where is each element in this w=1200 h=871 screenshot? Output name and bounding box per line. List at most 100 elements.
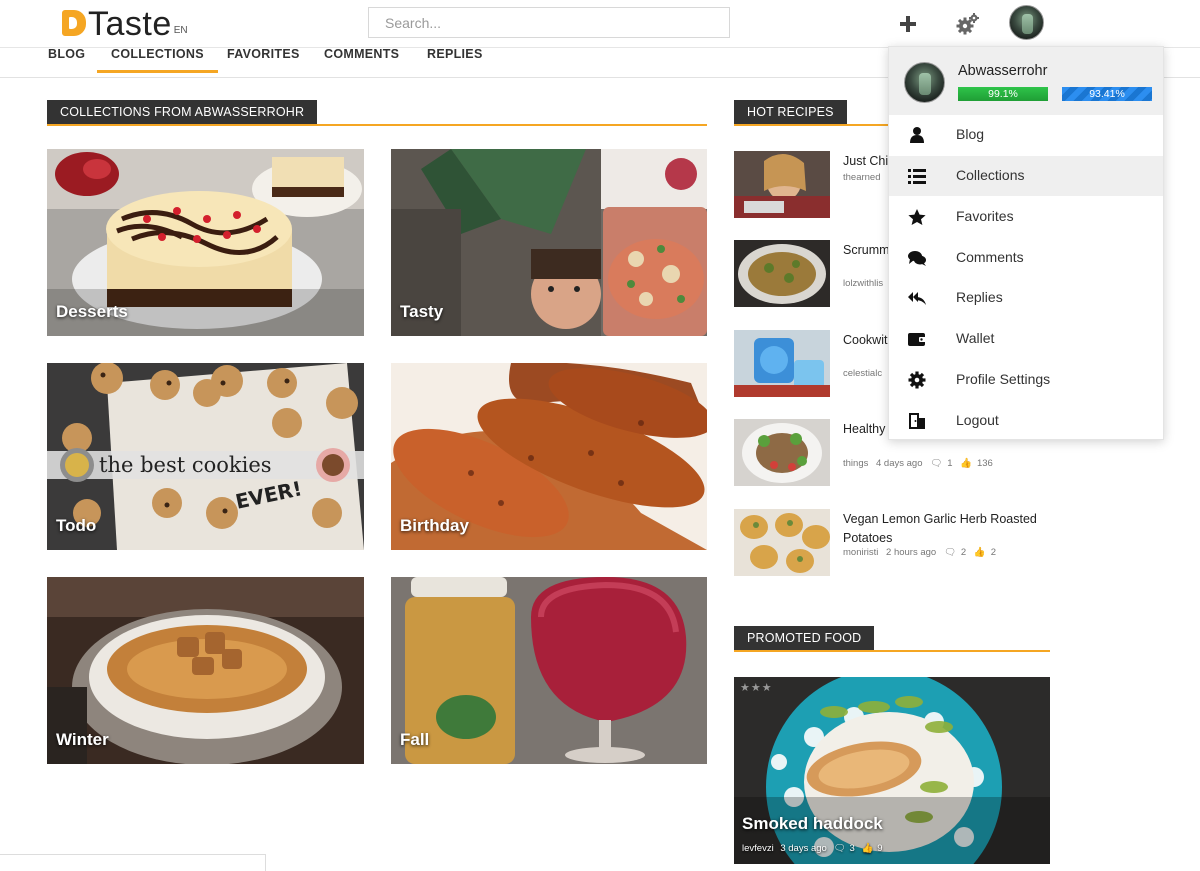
thumbs-up-icon[interactable]: 👍 xyxy=(960,458,972,469)
user-avatar-button[interactable] xyxy=(1009,5,1044,40)
recipe-votes: 136 xyxy=(976,458,993,469)
collection-label: Desserts xyxy=(56,302,128,321)
promoted-votes: 9 xyxy=(877,843,883,854)
reply-all-icon xyxy=(908,292,926,305)
tab-favorites[interactable]: FAVORITES xyxy=(227,47,300,61)
recipe-thumbnail xyxy=(734,240,830,307)
logout-icon xyxy=(909,413,925,429)
thumbs-up-icon[interactable]: 👍 xyxy=(861,843,873,854)
user-menu-header: Abwasserrohr 99.1% 93.41% xyxy=(889,47,1163,115)
collections-section-title: COLLECTIONS FROM ABWASSERROHR xyxy=(47,100,318,124)
collection-label: Birthday xyxy=(400,516,469,535)
recipe-meta: moniristi 2 hours ago 🗨 2 👍 2 xyxy=(843,547,1001,558)
hot-recipes-title: HOT RECIPES xyxy=(734,100,847,124)
voting-power-value: 99.1% xyxy=(988,88,1018,100)
recipe-thumbnail xyxy=(734,330,830,397)
recipe-author[interactable]: moniristi xyxy=(843,547,878,558)
menu-item-logout[interactable]: Logout xyxy=(889,401,1163,441)
promoted-comments: 3 xyxy=(849,843,855,854)
menu-item-wallet[interactable]: Wallet xyxy=(889,319,1163,359)
hot-recipe-item[interactable]: Vegan Lemon Garlic Herb Roasted Potatoes… xyxy=(734,509,1064,577)
recipe-comments: 2 xyxy=(960,547,967,558)
username[interactable]: Abwasserrohr xyxy=(958,63,1047,79)
tab-comments[interactable]: COMMENTS xyxy=(324,47,399,61)
promoted-time: 3 days ago xyxy=(780,843,827,854)
promoted-recipe-title[interactable]: Smoked haddock xyxy=(742,814,883,834)
logo-mark-icon xyxy=(62,10,86,36)
menu-item-label: Replies xyxy=(956,289,1003,305)
collection-label: Winter xyxy=(56,730,109,749)
recipe-thumbnail xyxy=(734,509,830,576)
comments-icon xyxy=(908,251,926,266)
menu-item-label: Collections xyxy=(956,167,1025,183)
recipe-author[interactable]: thearned xyxy=(843,172,881,183)
menu-item-label: Logout xyxy=(956,412,999,428)
resource-credits-bar: 93.41% xyxy=(1062,87,1152,101)
recipe-comments: 1 xyxy=(947,458,953,469)
plus-icon[interactable] xyxy=(894,10,922,38)
collection-label: Todo xyxy=(56,516,97,535)
tab-blog[interactable]: BLOG xyxy=(48,47,85,61)
menu-item-label: Profile Settings xyxy=(956,371,1051,387)
comments-icon: 🗨 xyxy=(833,843,846,854)
menu-item-comments[interactable]: Comments xyxy=(889,238,1163,278)
thumbs-up-icon[interactable]: 👍 xyxy=(974,547,986,558)
promoted-title: PROMOTED FOOD xyxy=(734,626,875,650)
site-logo[interactable]: Taste EN xyxy=(62,6,188,42)
comments-icon: 🗨 xyxy=(930,458,943,469)
collection-card-fall[interactable]: Fall xyxy=(391,577,707,764)
fall-image xyxy=(391,577,707,764)
recipe-thumbnail xyxy=(734,419,830,486)
avatar xyxy=(904,62,945,103)
collection-label: Fall xyxy=(400,730,430,749)
menu-item-label: Comments xyxy=(956,249,1024,265)
menu-item-profile-settings[interactable]: Profile Settings xyxy=(889,360,1163,400)
status-bar-edge-vertical xyxy=(265,854,266,871)
recipe-author[interactable]: celestialc xyxy=(843,368,882,379)
recipe-meta: things 4 days ago 🗨 1 👍 136 xyxy=(843,458,998,469)
user-menu-dropdown: Abwasserrohr 99.1% 93.41% Blog Collectio… xyxy=(888,46,1164,440)
rating-stars-icon: ★★★ xyxy=(740,682,773,694)
cookies-overlay-text: the best cookies xyxy=(99,453,272,477)
language-indicator[interactable]: EN xyxy=(174,25,188,36)
recipe-time: 4 days ago xyxy=(876,458,923,469)
collection-card-desserts[interactable]: Desserts xyxy=(47,149,364,336)
recipe-author[interactable]: lolzwithlis xyxy=(843,278,883,289)
recipe-thumbnail xyxy=(734,151,830,218)
promoted-section-header: PROMOTED FOOD xyxy=(734,626,1050,652)
promoted-recipe-card[interactable]: ★★★ Smoked haddock levfevzi 3 days ago 🗨… xyxy=(734,677,1050,864)
promoted-author[interactable]: levfevzi xyxy=(742,843,774,854)
recipe-title[interactable]: Vegan Lemon Garlic Herb Roasted Potatoes xyxy=(843,510,1053,548)
collection-card-tasty[interactable]: Tasty xyxy=(391,149,707,336)
star-icon xyxy=(908,209,926,225)
collection-label: Tasty xyxy=(400,302,444,321)
recipe-author[interactable]: things xyxy=(843,458,868,469)
menu-item-collections[interactable]: Collections xyxy=(889,156,1163,196)
menu-item-favorites[interactable]: Favorites xyxy=(889,197,1163,237)
tab-collections[interactable]: COLLECTIONS xyxy=(97,47,218,73)
promoted-meta: levfevzi 3 days ago 🗨 3 👍 9 xyxy=(742,843,887,854)
voting-power-bar: 99.1% xyxy=(958,87,1048,101)
list-icon xyxy=(908,169,926,184)
menu-item-label: Favorites xyxy=(956,208,1014,224)
collection-card-winter[interactable]: Winter xyxy=(47,577,364,764)
menu-item-label: Wallet xyxy=(956,330,995,346)
gear-icon xyxy=(908,371,926,389)
comments-icon: 🗨 xyxy=(943,547,956,558)
collection-card-todo[interactable]: the best cookies EVER! Todo xyxy=(47,363,364,550)
gears-icon[interactable] xyxy=(954,10,982,38)
collection-card-birthday[interactable]: Birthday xyxy=(391,363,707,550)
promoted-image xyxy=(734,677,1050,864)
menu-item-replies[interactable]: Replies xyxy=(889,278,1163,318)
menu-item-label: Blog xyxy=(956,126,985,142)
search-input[interactable] xyxy=(368,7,730,38)
menu-item-blog[interactable]: Blog xyxy=(889,115,1163,155)
collections-section-header: COLLECTIONS FROM ABWASSERROHR xyxy=(47,100,707,126)
tab-replies[interactable]: REPLIES xyxy=(427,47,483,61)
resource-credits-value: 93.41% xyxy=(1089,88,1125,100)
user-icon xyxy=(910,127,924,143)
recipe-votes: 2 xyxy=(990,547,996,558)
logo-text: Taste xyxy=(88,5,172,43)
recipe-time: 2 hours ago xyxy=(886,547,937,558)
wallet-icon xyxy=(908,333,926,346)
